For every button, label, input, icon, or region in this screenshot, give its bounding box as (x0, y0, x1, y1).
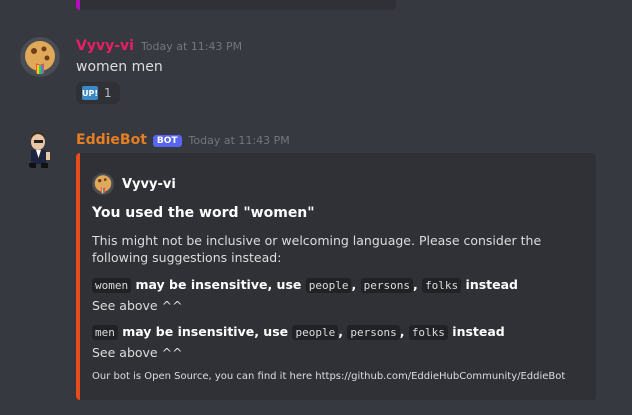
chat-area: Vyvy-vi Today at 11:43 PM women men UP! … (0, 0, 632, 415)
suggestion: people (292, 325, 339, 340)
suggestion: persons (360, 278, 413, 293)
cookie-rainbow-avatar-icon (20, 37, 60, 77)
embed-field-value: See above ^^ (92, 345, 183, 360)
cookie-rainbow-avatar-icon (92, 173, 114, 195)
suggestion: people (305, 278, 352, 293)
previous-embed (76, 0, 396, 10)
timestamp[interactable]: Today at 11:43 PM (189, 134, 290, 147)
avatar[interactable] (20, 130, 60, 170)
embed-field-name: men may be insensitive, use people, pers… (92, 324, 505, 340)
embed-field-name: women may be insensitive, use people, pe… (92, 277, 518, 293)
embed-author-avatar (92, 173, 114, 195)
message-header: Vyvy-vi Today at 11:43 PM (76, 38, 242, 54)
avatar[interactable] (20, 37, 60, 77)
reaction-count: 1 (104, 86, 112, 100)
suggestion: folks (422, 278, 462, 293)
embed-footer: Our bot is Open Source, you can find it … (92, 371, 566, 382)
username[interactable]: Vyvy-vi (76, 38, 134, 54)
bot-tag: BOT (152, 135, 182, 147)
embed-description: This might not be inclusive or welcoming… (92, 233, 542, 265)
embed-title: You used the word "women" (92, 205, 315, 221)
bot-embed: Vyvy-vi You used the word "women" This m… (76, 153, 596, 400)
embed-author-name: Vyvy-vi (122, 176, 176, 192)
message-header: EddieBot BOT Today at 11:43 PM (76, 132, 290, 148)
suggestion: persons (347, 325, 400, 340)
message-text: women men (76, 59, 163, 75)
reaction-button[interactable]: UP! 1 (76, 82, 120, 104)
cartoon-man-avatar-icon (20, 130, 60, 170)
suggestion: folks (408, 325, 448, 340)
embed-author: Vyvy-vi (92, 173, 176, 195)
embed-field-value: See above ^^ (92, 298, 183, 313)
previous-embed-accent (76, 0, 80, 10)
up-emoji-icon: UP! (82, 86, 98, 100)
timestamp[interactable]: Today at 11:43 PM (141, 40, 242, 53)
flagged-word: men (92, 325, 118, 340)
flagged-word: women (92, 278, 132, 293)
username[interactable]: EddieBot (76, 132, 147, 148)
embed-accent-bar (76, 153, 80, 400)
